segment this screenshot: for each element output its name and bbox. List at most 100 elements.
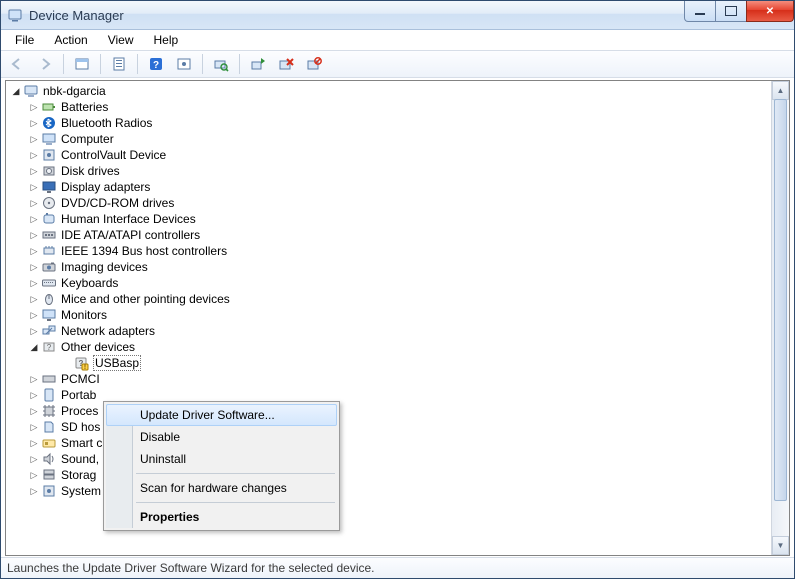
- tree-row[interactable]: ▷ Disk drives: [8, 163, 772, 179]
- tree-label[interactable]: IDE ATA/ATAPI controllers: [61, 228, 200, 242]
- context-menu[interactable]: Update Driver Software...DisableUninstal…: [103, 401, 340, 531]
- tree-label[interactable]: Computer: [61, 132, 114, 146]
- expand-toggle[interactable]: ▷: [28, 469, 40, 481]
- properties-icon[interactable]: [107, 52, 131, 76]
- expand-toggle[interactable]: ▷: [28, 245, 40, 257]
- expand-toggle[interactable]: ▷: [28, 181, 40, 193]
- battery-icon: [41, 99, 57, 115]
- tree-label[interactable]: Keyboards: [61, 276, 118, 290]
- expand-toggle[interactable]: ▷: [28, 165, 40, 177]
- tree-row[interactable]: ▷ Mice and other pointing devices: [8, 291, 772, 307]
- tree-row[interactable]: ▷ Display adapters: [8, 179, 772, 195]
- toolbar: ?: [1, 51, 794, 78]
- expand-toggle[interactable]: ▷: [28, 325, 40, 337]
- title-bar[interactable]: Device Manager ✕: [1, 1, 794, 30]
- tree-label[interactable]: Sound,: [61, 452, 99, 466]
- tree-row[interactable]: ◢?Other devices: [8, 339, 772, 355]
- expand-toggle[interactable]: ▷: [28, 421, 40, 433]
- context-menu-item[interactable]: Uninstall: [106, 448, 337, 470]
- collapse-toggle[interactable]: ◢: [28, 341, 40, 353]
- tree-row[interactable]: ▷ Batteries: [8, 99, 772, 115]
- tree-row[interactable]: ▷ Bluetooth Radios: [8, 115, 772, 131]
- context-menu-item[interactable]: Properties: [106, 506, 337, 528]
- menu-action[interactable]: Action: [46, 32, 95, 48]
- expand-toggle[interactable]: ▷: [28, 485, 40, 497]
- tree-row[interactable]: ?!USBasp: [8, 355, 772, 371]
- tree-label[interactable]: Human Interface Devices: [61, 212, 196, 226]
- expand-toggle[interactable]: ▷: [28, 101, 40, 113]
- minimize-button[interactable]: [684, 1, 716, 22]
- tree-row[interactable]: ▷ IDE ATA/ATAPI controllers: [8, 227, 772, 243]
- tree-label[interactable]: IEEE 1394 Bus host controllers: [61, 244, 227, 258]
- expand-toggle[interactable]: ▷: [28, 405, 40, 417]
- tree-row[interactable]: ▷ IEEE 1394 Bus host controllers: [8, 243, 772, 259]
- tree-label[interactable]: Portab: [61, 388, 96, 402]
- update-driver-icon[interactable]: [246, 52, 270, 76]
- expand-toggle[interactable]: [60, 357, 72, 369]
- tree-label[interactable]: Other devices: [61, 340, 135, 354]
- context-menu-item[interactable]: Update Driver Software...: [106, 404, 337, 426]
- tree-row[interactable]: ◢ nbk-dgarcia: [8, 83, 772, 99]
- collapse-toggle[interactable]: ◢: [10, 85, 22, 97]
- menu-file[interactable]: File: [7, 32, 42, 48]
- help-icon[interactable]: ?: [144, 52, 168, 76]
- tree-row[interactable]: ▷ Computer: [8, 131, 772, 147]
- menu-help[interactable]: Help: [146, 32, 187, 48]
- toolbar-action-icon[interactable]: [172, 52, 196, 76]
- expand-toggle[interactable]: ▷: [28, 453, 40, 465]
- scan-hardware-icon[interactable]: [209, 52, 233, 76]
- uninstall-icon[interactable]: [274, 52, 298, 76]
- tree-label[interactable]: ControlVault Device: [61, 148, 166, 162]
- tree-row[interactable]: ▷ Imaging devices: [8, 259, 772, 275]
- tree-label[interactable]: SD hos: [61, 420, 100, 434]
- tree-label[interactable]: Proces: [61, 404, 98, 418]
- tree-row[interactable]: ▷ Monitors: [8, 307, 772, 323]
- tree-row[interactable]: ▷ ControlVault Device: [8, 147, 772, 163]
- expand-toggle[interactable]: ▷: [28, 373, 40, 385]
- expand-toggle[interactable]: ▷: [28, 213, 40, 225]
- tree-label[interactable]: Mice and other pointing devices: [61, 292, 230, 306]
- tree-row[interactable]: ▷ Network adapters: [8, 323, 772, 339]
- tree-label[interactable]: Disk drives: [61, 164, 120, 178]
- tree-label[interactable]: nbk-dgarcia: [43, 84, 106, 98]
- tree-label[interactable]: PCMCI: [61, 372, 100, 386]
- tree-row[interactable]: ▷ Human Interface Devices: [8, 211, 772, 227]
- tree-label[interactable]: Monitors: [61, 308, 107, 322]
- maximize-button[interactable]: [715, 1, 747, 22]
- tree-label[interactable]: Display adapters: [61, 180, 150, 194]
- close-button[interactable]: ✕: [746, 1, 794, 22]
- scroll-thumb[interactable]: [774, 99, 787, 501]
- expand-toggle[interactable]: ▷: [28, 117, 40, 129]
- expand-toggle[interactable]: ▷: [28, 229, 40, 241]
- menu-view[interactable]: View: [100, 32, 142, 48]
- expand-toggle[interactable]: ▷: [28, 133, 40, 145]
- vertical-scrollbar[interactable]: ▲ ▼: [771, 81, 789, 555]
- expand-toggle[interactable]: ▷: [28, 197, 40, 209]
- tree-label[interactable]: Imaging devices: [61, 260, 148, 274]
- expand-toggle[interactable]: ▷: [28, 389, 40, 401]
- tree-label[interactable]: USBasp: [93, 355, 141, 371]
- expand-toggle[interactable]: ▷: [28, 261, 40, 273]
- scroll-down-arrow[interactable]: ▼: [772, 536, 789, 555]
- context-menu-item[interactable]: Disable: [106, 426, 337, 448]
- show-hidden-icon[interactable]: [70, 52, 94, 76]
- tree-label[interactable]: Smart c: [61, 436, 102, 450]
- back-icon[interactable]: [5, 52, 29, 76]
- disable-icon[interactable]: [302, 52, 326, 76]
- expand-toggle[interactable]: ▷: [28, 149, 40, 161]
- forward-icon[interactable]: [33, 52, 57, 76]
- expand-toggle[interactable]: ▷: [28, 293, 40, 305]
- tree-label[interactable]: Storag: [61, 468, 96, 482]
- tree-label[interactable]: Network adapters: [61, 324, 155, 338]
- scroll-up-arrow[interactable]: ▲: [772, 81, 789, 100]
- tree-label[interactable]: Bluetooth Radios: [61, 116, 152, 130]
- expand-toggle[interactable]: ▷: [28, 309, 40, 321]
- tree-row[interactable]: ▷ PCMCI: [8, 371, 772, 387]
- context-menu-item[interactable]: Scan for hardware changes: [106, 477, 337, 499]
- expand-toggle[interactable]: ▷: [28, 277, 40, 289]
- tree-row[interactable]: ▷ Keyboards: [8, 275, 772, 291]
- expand-toggle[interactable]: ▷: [28, 437, 40, 449]
- tree-label[interactable]: Batteries: [61, 100, 108, 114]
- tree-row[interactable]: ▷ DVD/CD-ROM drives: [8, 195, 772, 211]
- tree-label[interactable]: DVD/CD-ROM drives: [61, 196, 174, 210]
